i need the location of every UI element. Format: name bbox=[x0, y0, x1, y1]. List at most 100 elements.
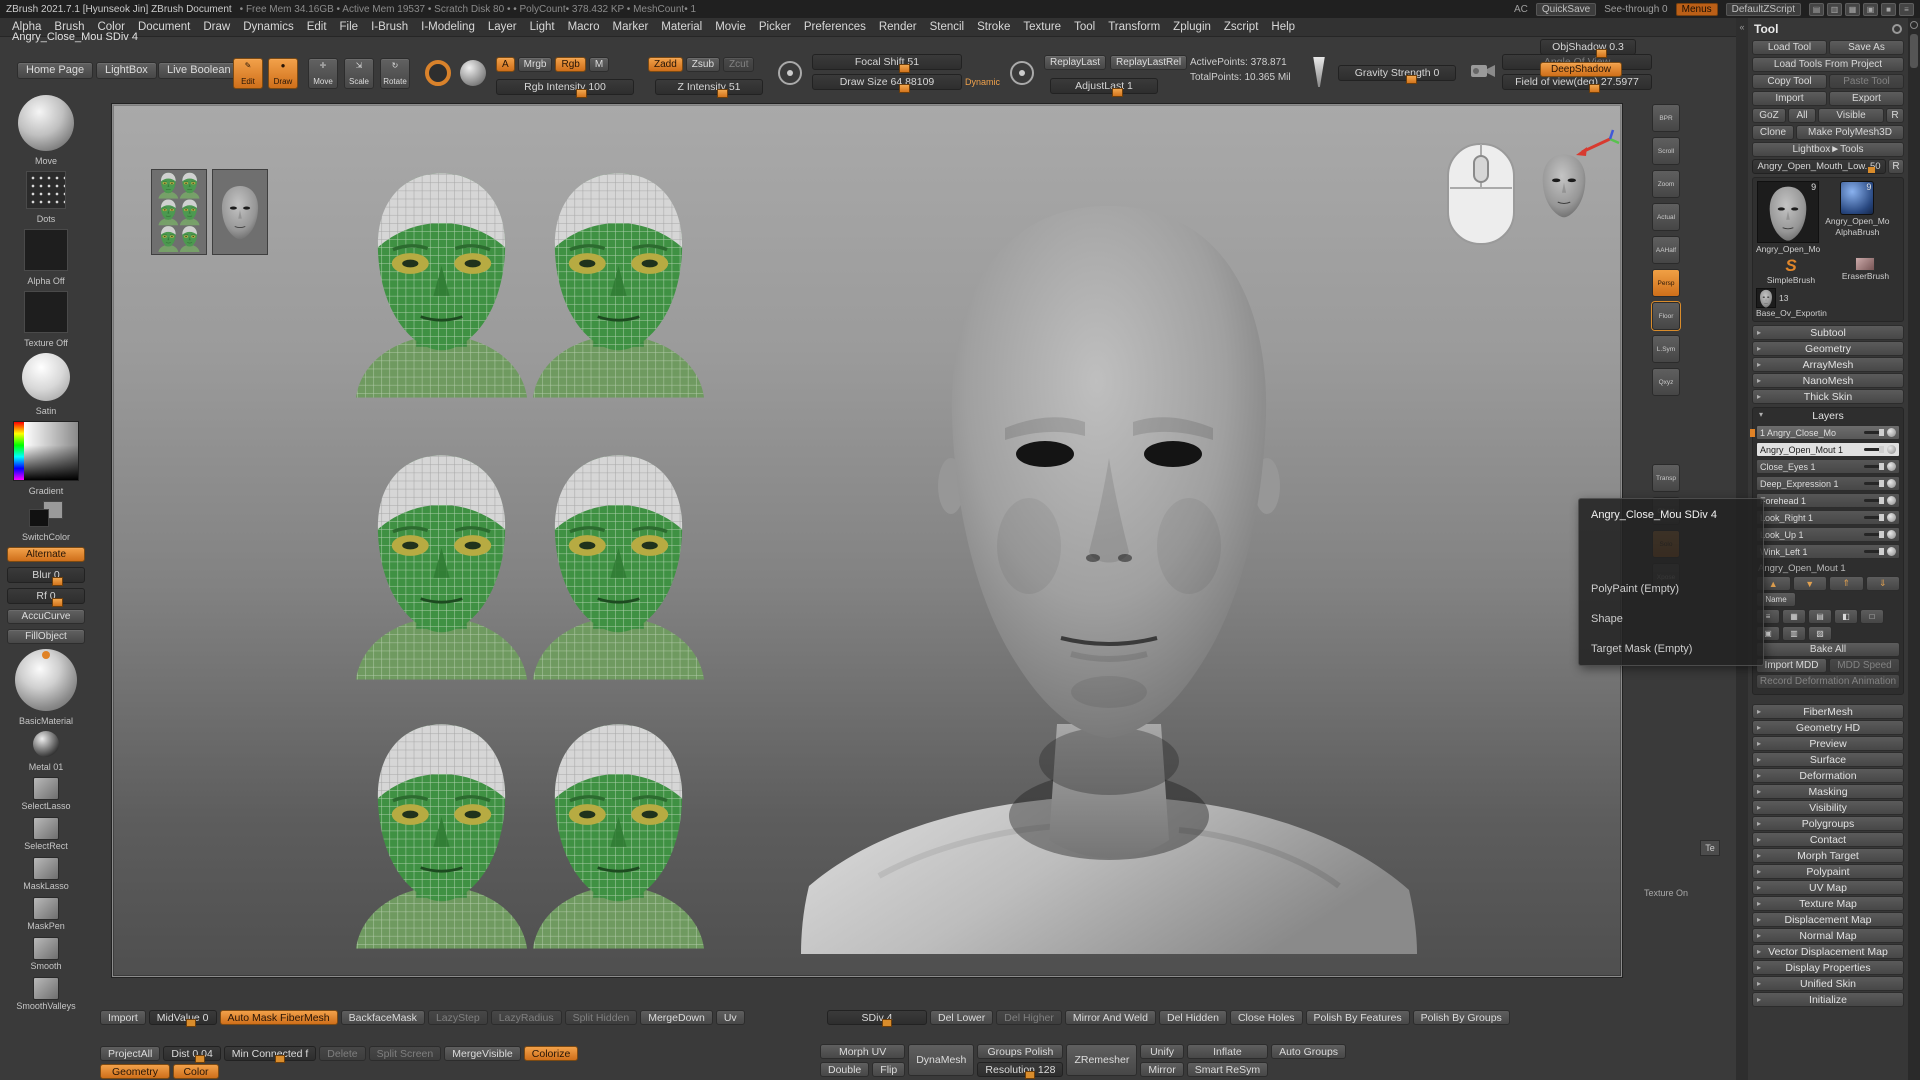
focal-shift-slider[interactable]: Focal Shift 51 bbox=[812, 54, 962, 70]
palette-gear-icon[interactable] bbox=[1892, 24, 1902, 34]
quick-brush-item[interactable]: SelectLasso bbox=[21, 777, 70, 811]
material-sphere-icon[interactable] bbox=[460, 60, 486, 86]
active-tool-thumbnail[interactable]: 9 bbox=[1757, 181, 1819, 243]
paste-tool-button[interactable]: Paste Tool bbox=[1829, 74, 1904, 89]
bottom-button[interactable]: Del Higher bbox=[996, 1010, 1062, 1025]
main-sculpt-head[interactable] bbox=[799, 151, 1419, 981]
layer-intensity-slider[interactable] bbox=[1864, 431, 1884, 434]
layer-row[interactable]: Wink_Left 1 bbox=[1756, 544, 1900, 559]
layer-visibility-icon[interactable] bbox=[1887, 428, 1896, 437]
bottom-button[interactable]: Polish By Groups bbox=[1413, 1010, 1510, 1025]
quick-brush-item[interactable]: Smooth bbox=[30, 937, 61, 971]
collapse-icon[interactable]: « bbox=[1739, 22, 1744, 32]
draw-size-slider[interactable]: Draw Size 64.88109 bbox=[812, 74, 962, 90]
tool-section-button[interactable]: UV Map bbox=[1752, 880, 1904, 895]
layer-mini-button[interactable]: ▤ bbox=[1808, 609, 1832, 624]
layer-row[interactable]: Forehead 1 bbox=[1756, 493, 1900, 508]
layers-section-header[interactable]: Layers bbox=[1756, 410, 1900, 423]
right-shelf-button[interactable]: Transp bbox=[1652, 464, 1680, 492]
live-boolean-button[interactable]: Live Boolean bbox=[158, 62, 240, 79]
tool-section-button[interactable]: FiberMesh bbox=[1752, 704, 1904, 719]
smart-resym-button[interactable]: Smart ReSym bbox=[1187, 1062, 1268, 1077]
bottom-button[interactable]: Del Hidden bbox=[1159, 1010, 1227, 1025]
tool-section-button[interactable]: Surface bbox=[1752, 752, 1904, 767]
layer-visibility-icon[interactable] bbox=[1887, 496, 1896, 505]
goz-button[interactable]: GoZ bbox=[1752, 108, 1786, 123]
layer-row[interactable]: Look_Right 1 bbox=[1756, 510, 1900, 525]
basic-material-thumbnail[interactable] bbox=[15, 649, 77, 711]
alphabrush-label[interactable]: AlphaBrush bbox=[1835, 227, 1879, 237]
replay-last-rel-button[interactable]: ReplayLastRel bbox=[1110, 55, 1187, 70]
menu-item[interactable]: I-Brush bbox=[365, 20, 414, 34]
bake-all-button[interactable]: Bake All bbox=[1756, 642, 1900, 657]
bottom-button[interactable]: Del Lower bbox=[930, 1010, 993, 1025]
clone-button[interactable]: Clone bbox=[1752, 125, 1794, 140]
hue-strip[interactable] bbox=[14, 422, 24, 480]
menu-item[interactable]: Preferences bbox=[798, 20, 872, 34]
layer-intensity-slider[interactable] bbox=[1864, 533, 1884, 536]
menu-item[interactable]: Stencil bbox=[924, 20, 971, 34]
tool-section-button[interactable]: Masking bbox=[1752, 784, 1904, 799]
quick-brush-item[interactable]: MaskPen bbox=[27, 897, 65, 931]
bottom-button[interactable]: MergeDown bbox=[640, 1010, 713, 1025]
tool-section-button[interactable]: Polygroups bbox=[1752, 816, 1904, 831]
zoom-cone-slider[interactable] bbox=[1310, 57, 1328, 87]
rf-slider[interactable]: Rf 0 bbox=[7, 588, 85, 604]
bottom-button[interactable]: Polish By Features bbox=[1306, 1010, 1410, 1025]
make-polymesh3d-button[interactable]: Make PolyMesh3D bbox=[1796, 125, 1904, 140]
layer-intensity-slider[interactable] bbox=[1864, 516, 1884, 519]
layer-arrow-button[interactable]: ⇓ bbox=[1866, 576, 1901, 591]
bottom-button[interactable]: BackfaceMask bbox=[341, 1010, 425, 1025]
bottom-button[interactable]: Import bbox=[100, 1010, 146, 1025]
tool-section-button[interactable]: Polypaint bbox=[1752, 864, 1904, 879]
resolution-slider[interactable]: Resolution 128 bbox=[977, 1062, 1063, 1077]
tool-section-button[interactable]: ArrayMesh bbox=[1752, 357, 1904, 372]
rgb-intensity-slider[interactable]: Rgb Intensity 100 bbox=[496, 79, 634, 95]
tool-section-button[interactable]: Initialize bbox=[1752, 992, 1904, 1007]
tool-section-button[interactable]: Geometry bbox=[1752, 341, 1904, 356]
home-page-button[interactable]: Home Page bbox=[17, 62, 93, 79]
import-mdd-button[interactable]: Import MDD bbox=[1756, 658, 1827, 673]
tool-section-button[interactable]: Texture Map bbox=[1752, 896, 1904, 911]
import-button[interactable]: Import bbox=[1752, 91, 1827, 106]
auto-groups-button[interactable]: Auto Groups bbox=[1271, 1044, 1346, 1059]
layer-intensity-slider[interactable] bbox=[1864, 482, 1884, 485]
titlebar-window-icon[interactable]: ≡ bbox=[1899, 3, 1914, 16]
layer-mini-button[interactable]: ▥ bbox=[1782, 626, 1806, 641]
menu-item[interactable]: Macro bbox=[562, 20, 606, 34]
layer-row[interactable]: Close_Eyes 1 bbox=[1756, 459, 1900, 474]
quick-brush-item[interactable]: SelectRect bbox=[24, 817, 68, 851]
menu-item[interactable]: File bbox=[334, 20, 365, 34]
flyout-tab[interactable]: Te bbox=[1700, 840, 1720, 856]
layer-intensity-slider[interactable] bbox=[1864, 550, 1884, 553]
menu-item[interactable]: Marker bbox=[607, 20, 655, 34]
panel-scrollbar[interactable] bbox=[1908, 18, 1920, 1080]
current-brush-icon[interactable] bbox=[425, 60, 451, 86]
gravity-strength-slider[interactable]: Gravity Strength 0 bbox=[1338, 65, 1456, 81]
bottom-button[interactable]: Mirror And Weld bbox=[1065, 1010, 1156, 1025]
bottom-button[interactable]: Split Screen bbox=[369, 1046, 442, 1061]
spotlight-thumbnails[interactable] bbox=[151, 169, 268, 255]
tool-section-button[interactable]: Subtool bbox=[1752, 325, 1904, 340]
layer-intensity-slider[interactable] bbox=[1864, 499, 1884, 502]
right-shelf-button[interactable]: Scroll bbox=[1652, 137, 1680, 165]
menus-button[interactable]: Menus bbox=[1676, 3, 1718, 16]
right-shelf-button[interactable]: BPR bbox=[1652, 104, 1680, 132]
layer-intensity-slider[interactable] bbox=[1864, 465, 1884, 468]
menu-item[interactable]: Picker bbox=[753, 20, 797, 34]
right-shelf-button[interactable]: Floor bbox=[1652, 302, 1680, 330]
right-shelf-button[interactable]: Actual bbox=[1652, 203, 1680, 231]
zsub-button[interactable]: Zsub bbox=[686, 57, 720, 72]
layer-visibility-icon[interactable] bbox=[1887, 462, 1896, 471]
gray-head-thumbnail[interactable] bbox=[212, 169, 268, 255]
menu-item[interactable]: Layer bbox=[482, 20, 523, 34]
dynamesh-button[interactable]: DynaMesh bbox=[908, 1044, 974, 1076]
layer-mini-button[interactable]: ◧ bbox=[1834, 609, 1858, 624]
see-through-slider[interactable]: See-through 0 bbox=[1604, 4, 1667, 15]
quick-brush-item[interactable]: MaskLasso bbox=[23, 857, 69, 891]
bottom-button[interactable]: Delete bbox=[319, 1046, 365, 1061]
tool-section-button[interactable]: Contact bbox=[1752, 832, 1904, 847]
tool-section-button[interactable]: Vector Displacement Map bbox=[1752, 944, 1904, 959]
bottom-button[interactable]: LazyRadius bbox=[491, 1010, 562, 1025]
load-tools-from-project-button[interactable]: Load Tools From Project bbox=[1752, 57, 1904, 72]
